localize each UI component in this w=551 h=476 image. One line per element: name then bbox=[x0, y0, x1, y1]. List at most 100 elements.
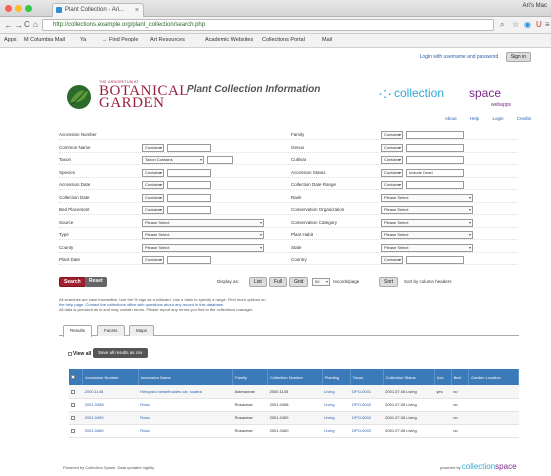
field-select[interactable]: Contains bbox=[142, 181, 164, 189]
bookmark-mail2[interactable]: Mail bbox=[322, 37, 332, 43]
field-input[interactable] bbox=[167, 256, 211, 264]
row-checkbox[interactable] bbox=[69, 398, 83, 412]
field-select[interactable]: Please Select bbox=[142, 243, 264, 252]
link-login[interactable]: Login bbox=[492, 116, 503, 121]
field-select[interactable]: Please Select bbox=[381, 206, 473, 214]
table-cell[interactable]: 2000.1145 bbox=[82, 385, 139, 399]
search-icon[interactable]: ⌕ bbox=[500, 20, 504, 30]
bookmark-collections[interactable]: Collections Portal bbox=[262, 37, 305, 43]
sort-button[interactable]: Sort bbox=[379, 277, 399, 287]
table-cell[interactable]: Rosa bbox=[138, 411, 233, 425]
field-select[interactable]: Contains bbox=[381, 131, 403, 139]
table-cell[interactable]: Rosa bbox=[138, 424, 233, 438]
bookmark-mail[interactable]: M Columbia Mail bbox=[24, 37, 65, 43]
link-about[interactable]: About bbox=[445, 116, 457, 121]
save-csv-button[interactable]: Save all results as csv bbox=[93, 348, 148, 358]
field-select[interactable]: Please Select bbox=[142, 218, 264, 227]
bookmark-art-resources[interactable]: Art Resources bbox=[150, 37, 185, 43]
field-select[interactable]: Contains bbox=[381, 156, 403, 164]
forward-icon[interactable]: → bbox=[14, 20, 23, 30]
field-select[interactable]: Please Select bbox=[381, 193, 473, 202]
column-header[interactable]: Acc bbox=[434, 369, 452, 385]
bookmark-academic[interactable]: Academic Websites bbox=[205, 37, 253, 43]
tab-results[interactable]: Results bbox=[63, 325, 93, 337]
tab-facets[interactable]: Facets bbox=[97, 325, 125, 336]
field-input[interactable] bbox=[406, 143, 464, 152]
field-select[interactable]: Contains bbox=[142, 168, 164, 177]
column-header[interactable]: Family bbox=[232, 369, 269, 385]
field-input[interactable] bbox=[167, 181, 211, 189]
column-header[interactable]: Accession Number bbox=[82, 369, 139, 385]
field-input[interactable] bbox=[406, 181, 464, 189]
field-input[interactable] bbox=[167, 168, 211, 177]
table-row[interactable]: 2001.0459 Rosa Rosaceae 2001.0459 Living DPO-… bbox=[69, 411, 519, 425]
bookmark-find-people[interactable]: → Find People bbox=[102, 37, 138, 43]
column-header[interactable]: Garden Location bbox=[468, 369, 519, 385]
column-header[interactable]: Planting bbox=[322, 369, 351, 385]
column-header[interactable]: Accession Name bbox=[138, 369, 234, 385]
field-select[interactable]: Contains bbox=[381, 256, 403, 264]
browser-tab[interactable]: Plant Collection - Ari... × bbox=[52, 3, 144, 17]
table-cell[interactable]: 2001.0460 bbox=[82, 424, 139, 438]
table-row[interactable]: 2001.0458 Rosa Rosaceae 2001.0458 Living DPO-… bbox=[69, 398, 519, 412]
field-select[interactable]: Please Select bbox=[142, 231, 264, 239]
field-input[interactable] bbox=[406, 156, 464, 164]
garden-logo[interactable]: THE ARBORETUM AT BOTANICAL GARDEN bbox=[66, 80, 190, 120]
field-select[interactable]: Please Select bbox=[381, 243, 473, 252]
field-select[interactable]: Contains bbox=[381, 181, 403, 189]
table-cell[interactable]: 2001.0459 bbox=[82, 411, 139, 425]
bookmark-apps[interactable]: Apps bbox=[4, 37, 17, 43]
table-cell[interactable]: Rosa bbox=[138, 398, 233, 412]
bookmark-ya[interactable]: Ya bbox=[80, 37, 86, 43]
reset-button[interactable]: Reset bbox=[85, 277, 107, 287]
table-row[interactable]: 2000.1145 Heliopsis helianthoides var. sc… bbox=[69, 385, 519, 399]
back-icon[interactable]: ← bbox=[4, 20, 13, 30]
extension-red-icon[interactable]: U bbox=[536, 20, 542, 29]
table-cell[interactable]: Heliopsis helianthoides var. scabra bbox=[138, 385, 233, 399]
field-select[interactable]: Contains bbox=[142, 206, 164, 214]
search-button[interactable]: Search bbox=[59, 277, 86, 287]
row-checkbox[interactable] bbox=[69, 411, 83, 425]
field-input[interactable] bbox=[207, 156, 233, 164]
table-cell[interactable]: 2001.0458 bbox=[82, 398, 139, 412]
field-input[interactable] bbox=[167, 143, 211, 152]
field-select[interactable]: Contains bbox=[381, 143, 403, 152]
display-grid-button[interactable]: Grid bbox=[289, 277, 309, 287]
login-link[interactable]: Login with username and password bbox=[420, 54, 499, 60]
sign-in-button[interactable]: Sign in bbox=[505, 52, 531, 62]
link-credits[interactable]: Credits bbox=[517, 116, 531, 121]
tab-close-icon[interactable]: × bbox=[135, 4, 139, 17]
footer-powered-by[interactable]: powered by collectionspace bbox=[440, 462, 517, 471]
table-row[interactable]: 2001.0460 Rosa Rosaceae 2001.0460 Living DPO-… bbox=[69, 424, 519, 438]
column-header[interactable]: Taxon bbox=[350, 369, 384, 385]
close-window-button[interactable] bbox=[5, 5, 12, 12]
row-checkbox[interactable] bbox=[69, 424, 83, 438]
display-list-button[interactable]: List bbox=[249, 277, 267, 287]
field-select[interactable]: Contains bbox=[381, 168, 403, 177]
field-input[interactable] bbox=[167, 206, 211, 214]
records-per-page-select[interactable]: 50 bbox=[312, 278, 330, 286]
column-header[interactable]: Bed bbox=[451, 369, 470, 385]
zoom-window-button[interactable] bbox=[25, 5, 32, 12]
field-select[interactable]: Contains bbox=[142, 256, 164, 264]
minimize-window-button[interactable] bbox=[15, 5, 22, 12]
bookmark-star-icon[interactable]: ☆ bbox=[512, 20, 519, 29]
profile-label[interactable]: Ari's Mac bbox=[523, 3, 547, 9]
select-all-header[interactable] bbox=[69, 369, 84, 385]
menu-icon[interactable]: ≡ bbox=[545, 20, 550, 29]
home-icon[interactable]: ⌂ bbox=[33, 20, 38, 30]
tab-maps[interactable]: Maps bbox=[129, 325, 155, 336]
field-input[interactable] bbox=[167, 193, 211, 202]
field-select[interactable]: Taxon Contains bbox=[142, 156, 204, 164]
column-header[interactable]: Collection Number bbox=[267, 369, 323, 385]
address-bar[interactable]: http://collections.example.org/plant_col… bbox=[42, 19, 494, 31]
view-all-toggle[interactable]: View all bbox=[68, 351, 91, 357]
field-input[interactable] bbox=[406, 256, 464, 264]
display-full-button[interactable]: Full bbox=[269, 277, 288, 287]
column-header[interactable]: Collection Status bbox=[383, 369, 435, 385]
field-select[interactable]: Contains bbox=[142, 143, 164, 152]
field-input[interactable] bbox=[406, 131, 464, 139]
field-select[interactable]: Contains bbox=[142, 193, 164, 202]
extension-icon[interactable]: ◉ bbox=[524, 20, 531, 29]
field-input[interactable]: Include Dead bbox=[406, 168, 464, 177]
